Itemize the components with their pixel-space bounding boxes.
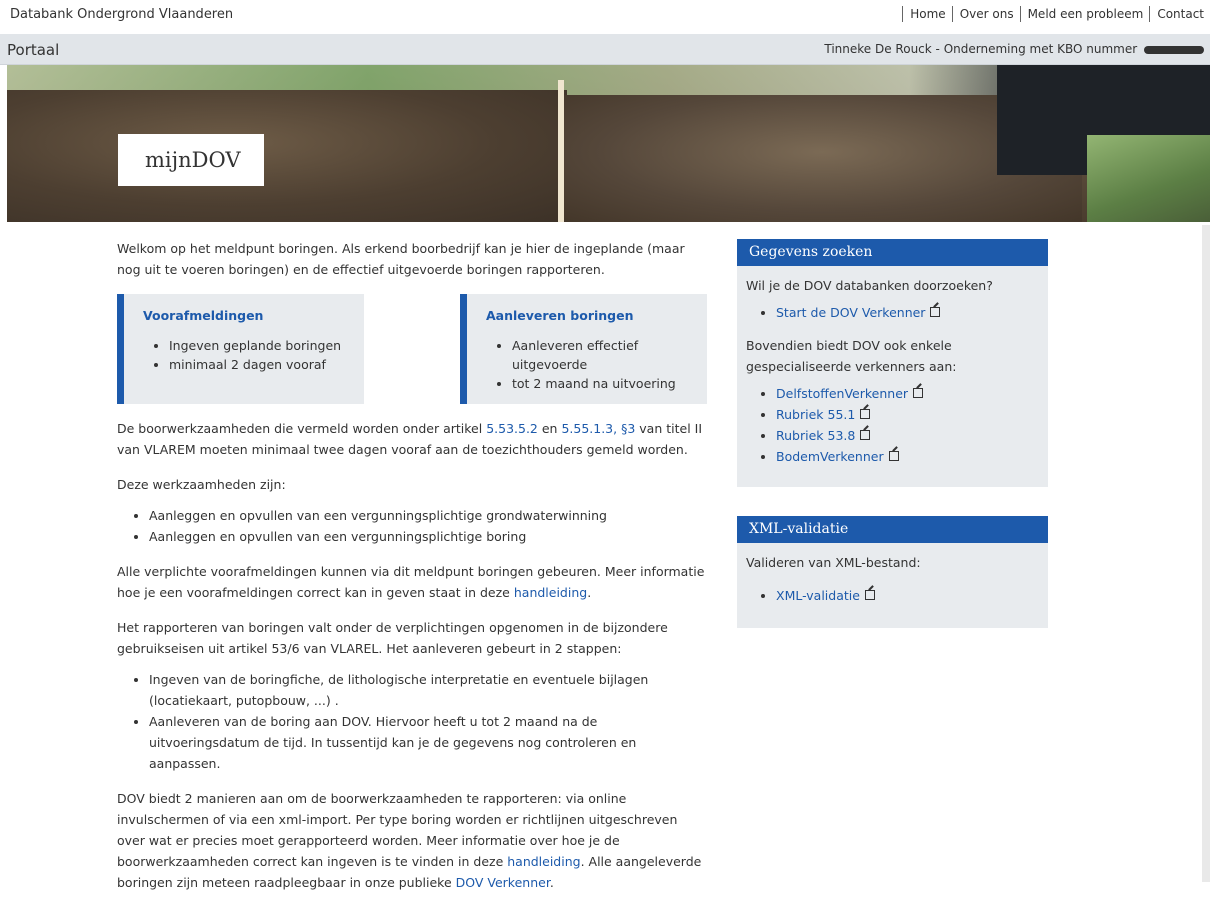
intro-text: Welkom op het meldpunt boringen. Als erk…: [117, 241, 685, 277]
start-dov-verkenner-link[interactable]: Start de DOV Verkenner: [776, 305, 925, 320]
manual-link-2[interactable]: handleiding: [507, 854, 580, 869]
delfstoffen-verkenner-link[interactable]: DelfstoffenVerkenner: [776, 386, 908, 401]
panel-more-text: Bovendien biedt DOV ook enkele gespecial…: [746, 338, 957, 374]
list-item: Aanleggen en opvullen van een vergunning…: [149, 505, 707, 526]
reporting-paragraph: Het rapporteren van boringen valt onder …: [117, 620, 668, 656]
rubriek-55-1-link[interactable]: Rubriek 55.1: [776, 407, 855, 422]
hero-soil-left: [7, 90, 567, 222]
nav-contact-link[interactable]: Contact: [1149, 6, 1210, 22]
article-5-55-1-3-link[interactable]: 5.55.1.3, §3: [561, 421, 635, 436]
external-link-icon: [888, 451, 899, 461]
page-scrollbar[interactable]: [1202, 225, 1210, 882]
card-aanleveren-boringen[interactable]: Aanleveren boringen Aanleveren effectief…: [460, 294, 707, 404]
nav-about-link[interactable]: Over ons: [951, 6, 1020, 22]
user-info: Tinneke De Rouck - Onderneming met KBO n…: [824, 42, 1204, 56]
action-cards: Voorafmeldingen Ingeven geplande boringe…: [117, 294, 707, 404]
article-paragraph: De boorwerkzaamheden die vermeld worden …: [117, 418, 707, 460]
panel-body: Valideren van XML-bestand: XML-validatie: [737, 543, 1048, 630]
card-voorafmeldingen[interactable]: Voorafmeldingen Ingeven geplande boringe…: [117, 294, 364, 404]
voorafmeldingen-link[interactable]: Voorafmeldingen: [143, 308, 263, 323]
list-item: Ingeven van de boringfiche, de lithologi…: [149, 669, 707, 711]
text: .: [587, 585, 592, 600]
methods-paragraph: DOV biedt 2 manieren aan om de boorwerkz…: [117, 788, 707, 893]
card-item: Aanleveren effectief uitgevoerde: [512, 336, 707, 374]
card-item: Ingeven geplande boringen: [169, 336, 364, 355]
nav-home-link[interactable]: Home: [902, 6, 951, 22]
redacted-kbo-number: [1144, 45, 1204, 54]
hero-measuring-stick: [558, 80, 564, 222]
activities-heading: Deze werkzaamheden zijn:: [117, 477, 286, 492]
external-link-icon: [860, 430, 871, 440]
portal-label[interactable]: Portaal: [7, 41, 59, 59]
text: en: [537, 421, 562, 436]
rubriek-53-8-link[interactable]: Rubriek 53.8: [776, 428, 855, 443]
xml-validation-link[interactable]: XML-validatie: [776, 588, 860, 603]
text: De boorwerkzaamheden die vermeld worden …: [117, 421, 487, 436]
panel-question: Wil je de DOV databanken doorzoeken?: [746, 278, 993, 293]
top-bar: Databank Ondergrond Vlaanderen Home Over…: [0, 0, 1210, 34]
hero-banner: mijnDOV: [7, 65, 1210, 222]
prenotification-paragraph: Alle verplichte voorafmeldingen kunnen v…: [117, 561, 707, 603]
steps-list: Ingeven van de boringfiche, de lithologi…: [117, 669, 707, 774]
user-name-text: Tinneke De Rouck - Onderneming met KBO n…: [824, 42, 1138, 56]
site-title[interactable]: Databank Ondergrond Vlaanderen: [10, 7, 233, 22]
text: .: [549, 875, 554, 890]
portal-bar: Portaal Tinneke De Rouck - Onderneming m…: [0, 34, 1210, 65]
manual-link[interactable]: handleiding: [514, 585, 587, 600]
external-link-icon: [930, 307, 941, 317]
panel-text: Valideren van XML-bestand:: [746, 555, 921, 570]
hero-grass: [1087, 135, 1210, 222]
top-nav: Home Over ons Meld een probleem Contact: [902, 6, 1210, 22]
text: Alle verplichte voorafmeldingen kunnen v…: [117, 564, 705, 600]
panel-body: Wil je de DOV databanken doorzoeken? Sta…: [737, 266, 1048, 491]
card-item: minimaal 2 dagen vooraf: [169, 355, 364, 374]
activities-list: Aanleggen en opvullen van een vergunning…: [117, 505, 707, 547]
card-item: tot 2 maand na uitvoering: [512, 374, 707, 393]
dov-verkenner-link[interactable]: DOV Verkenner: [456, 875, 550, 890]
external-link-icon: [860, 409, 871, 419]
external-link-icon: [913, 388, 924, 398]
list-item: Aanleggen en opvullen van een vergunning…: [149, 526, 707, 547]
main-content: Welkom op het meldpunt boringen. Als erk…: [117, 238, 707, 907]
bodem-verkenner-link[interactable]: BodemVerkenner: [776, 449, 884, 464]
panel-title: XML-validatie: [737, 516, 1048, 543]
xml-validation-panel: XML-validatie Valideren van XML-bestand:…: [737, 516, 1048, 628]
panel-title: Gegevens zoeken: [737, 239, 1048, 266]
search-data-panel: Gegevens zoeken Wil je de DOV databanken…: [737, 239, 1048, 487]
article-5-53-5-2-link[interactable]: 5.53.5.2: [486, 421, 538, 436]
page-title: mijnDOV: [118, 134, 264, 186]
external-link-icon: [864, 590, 875, 600]
nav-report-problem-link[interactable]: Meld een probleem: [1019, 6, 1150, 22]
aanleveren-boringen-link[interactable]: Aanleveren boringen: [486, 308, 634, 323]
list-item: Aanleveren van de boring aan DOV. Hiervo…: [149, 711, 707, 774]
